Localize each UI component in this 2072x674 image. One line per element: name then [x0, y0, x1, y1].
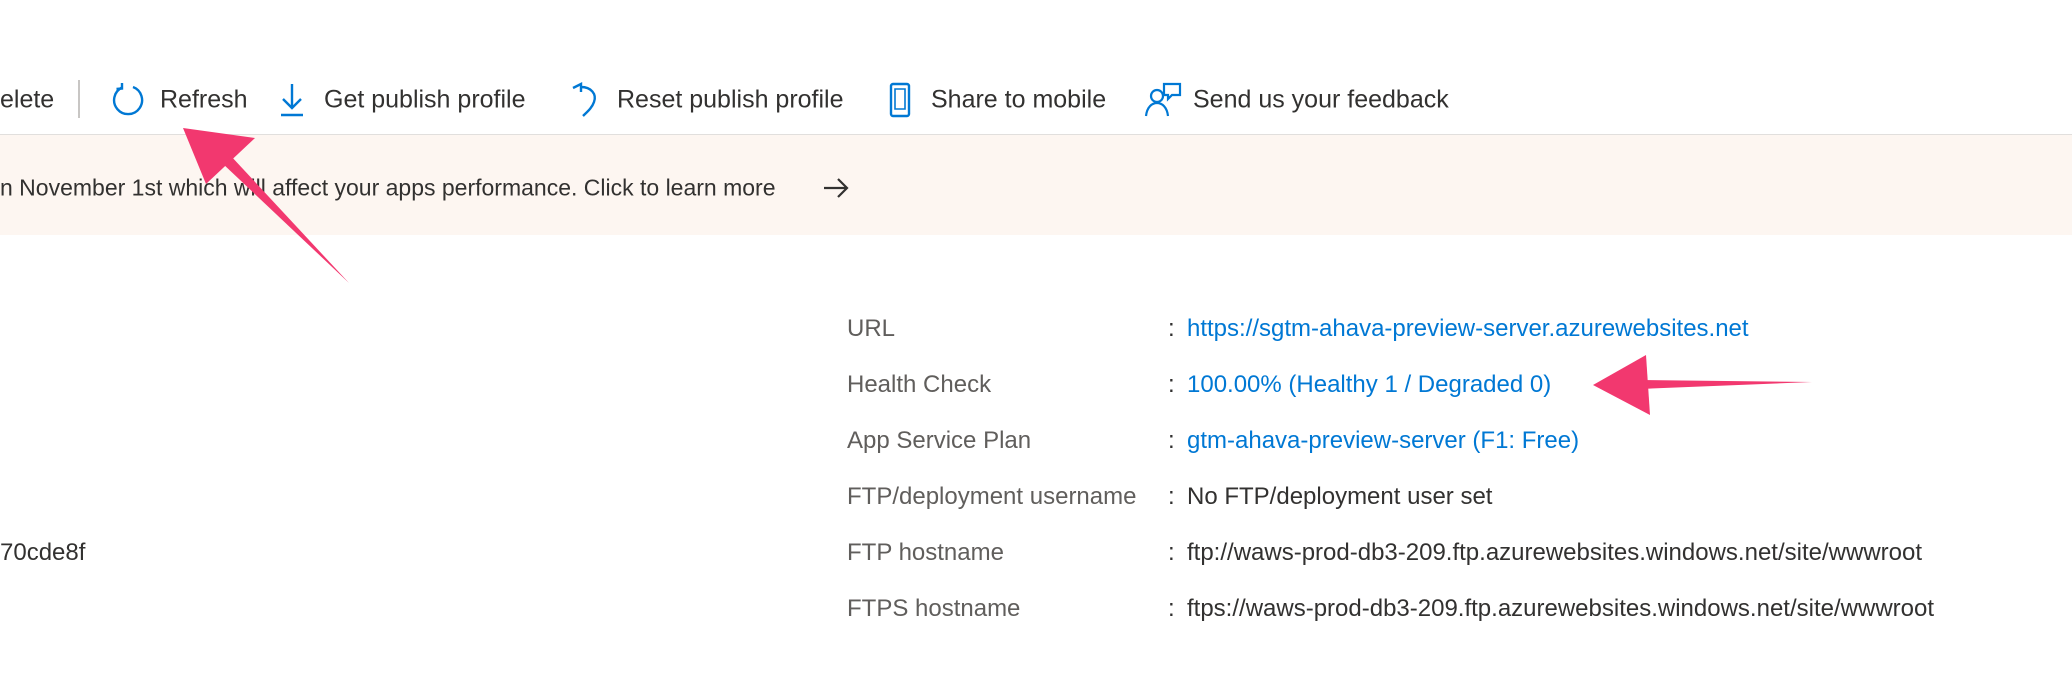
share-to-mobile-button[interactable]: Share to mobile — [931, 87, 1106, 113]
refresh-icon[interactable] — [108, 80, 148, 120]
resource-id-fragment: 70cde8f — [0, 539, 86, 566]
refresh-button[interactable]: Refresh — [160, 87, 248, 113]
toolbar-divider — [78, 80, 80, 118]
command-bar: elete Refresh Get publish profile Reset … — [0, 0, 2072, 135]
app-service-plan-label: App Service Plan — [847, 427, 1032, 454]
health-check-label: Health Check — [847, 371, 992, 398]
delete-button[interactable]: elete — [0, 87, 54, 113]
download-icon[interactable] — [272, 80, 312, 120]
send-feedback-button[interactable]: Send us your feedback — [1193, 87, 1449, 113]
ftps-hostname-label: FTPS hostname — [847, 595, 1021, 622]
reset-publish-profile-button[interactable]: Reset publish profile — [617, 87, 844, 113]
app-service-plan-separator: : — [1168, 427, 1175, 454]
ftp-username-label: FTP/deployment username — [847, 483, 1137, 510]
reset-icon[interactable] — [565, 80, 605, 120]
ftp-username-separator: : — [1168, 483, 1175, 510]
url-label: URL — [847, 315, 896, 342]
annotation-arrow-health-check — [1593, 355, 1812, 415]
feedback-icon[interactable] — [1143, 80, 1183, 120]
ftp-hostname-value: ftp://waws-prod-db3-209.ftp.azurewebsite… — [1187, 539, 1922, 566]
ftp-hostname-label: FTP hostname — [847, 539, 1004, 566]
mobile-icon[interactable] — [880, 80, 920, 120]
banner-message[interactable]: n November 1st which will affect your ap… — [0, 175, 776, 202]
ftps-hostname-separator: : — [1168, 595, 1175, 622]
health-check-link[interactable]: 100.00% (Healthy 1 / Degraded 0) — [1187, 371, 1551, 399]
ftp-hostname-separator: : — [1168, 539, 1175, 566]
get-publish-profile-button[interactable]: Get publish profile — [324, 87, 526, 113]
app-service-plan-link[interactable]: gtm-ahava-preview-server (F1: Free) — [1187, 427, 1579, 455]
url-separator: : — [1168, 315, 1175, 342]
ftp-username-value: No FTP/deployment user set — [1187, 483, 1493, 510]
arrow-right-icon[interactable] — [822, 175, 850, 201]
health-check-separator: : — [1168, 371, 1175, 398]
url-link[interactable]: https://sgtm-ahava-preview-server.azurew… — [1187, 315, 1749, 343]
ftps-hostname-value: ftps://waws-prod-db3-209.ftp.azurewebsit… — [1187, 595, 1934, 622]
